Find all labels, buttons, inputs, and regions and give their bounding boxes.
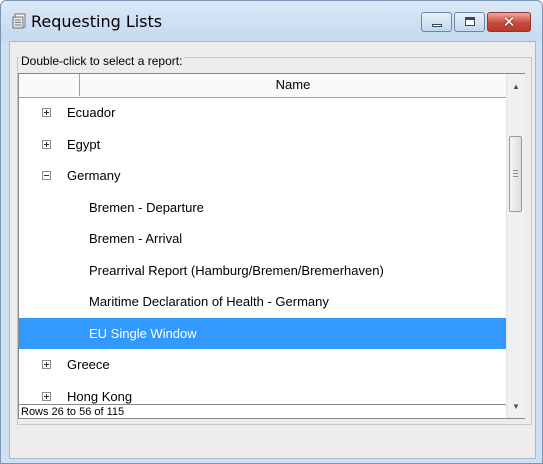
list-item-label: EU Single Window (89, 325, 197, 341)
maximize-icon (465, 17, 475, 26)
expand-icon[interactable] (42, 360, 51, 369)
title-bar[interactable]: Requesting Lists ✕ (1, 1, 542, 41)
expand-icon[interactable] (42, 139, 51, 149)
close-button[interactable]: ✕ (487, 12, 531, 32)
list-item-bremen-arrival[interactable]: Bremen - Arrival (19, 223, 506, 255)
scroll-up-icon[interactable]: ▲ (507, 78, 525, 96)
grip-line (513, 170, 518, 171)
vertical-scrollbar[interactable]: ▲ ▼ (506, 74, 525, 418)
grip-line (513, 173, 518, 174)
grip-line (513, 176, 518, 177)
list-rows: Ecuador Egypt Germany Bremen - Departure… (19, 97, 506, 412)
expand-icon[interactable] (42, 391, 51, 401)
requesting-lists-window: Requesting Lists ✕ Double-click to selec… (0, 0, 543, 464)
maximize-button[interactable] (454, 12, 485, 32)
list-item-label: Greece (67, 357, 110, 372)
list-item-prearrival-report[interactable]: Prearrival Report (Hamburg/Bremen/Bremer… (19, 255, 506, 287)
minimize-icon (432, 24, 442, 27)
list-item-label: Bremen - Departure (89, 199, 204, 215)
collapse-icon[interactable] (42, 171, 51, 180)
list-item-label: Bremen - Arrival (89, 231, 183, 246)
list-item-ecuador[interactable]: Ecuador (19, 97, 506, 129)
report-list[interactable]: Name Ecuador Egypt Germany Bremen - Depa… (18, 73, 525, 419)
header-expander-column[interactable] (19, 74, 80, 96)
window-title: Requesting Lists (31, 12, 163, 31)
list-item-bremen-departure[interactable]: Bremen - Departure (19, 192, 506, 224)
list-item-greece[interactable]: Greece (19, 349, 506, 381)
minimize-button[interactable] (421, 12, 452, 32)
list-item-germany[interactable]: Germany (19, 160, 506, 192)
list-item-maritime-declaration[interactable]: Maritime Declaration of Health - Germany (19, 286, 506, 318)
list-item-egypt[interactable]: Egypt (19, 129, 506, 161)
list-item-label: Prearrival Report (Hamburg/Bremen/Bremer… (89, 262, 384, 278)
list-header: Name (19, 74, 506, 98)
list-item-label: Ecuador (67, 105, 116, 120)
header-name-column[interactable]: Name (80, 74, 506, 96)
expand-icon[interactable] (42, 108, 51, 117)
list-item-label: Germany (67, 168, 121, 183)
scroll-down-icon[interactable]: ▼ (507, 398, 525, 416)
row-status: Rows 26 to 56 of 115 (19, 404, 506, 418)
list-item-label: Maritime Declaration of Health - Germany (89, 294, 329, 309)
scroll-thumb[interactable] (509, 136, 522, 212)
report-list-icon (12, 13, 26, 29)
close-icon: ✕ (502, 13, 516, 31)
list-item-label: Egypt (67, 136, 101, 152)
list-item-eu-single-window[interactable]: EU Single Window (19, 317, 506, 349)
group-label: Double-click to select a report: (19, 54, 185, 68)
